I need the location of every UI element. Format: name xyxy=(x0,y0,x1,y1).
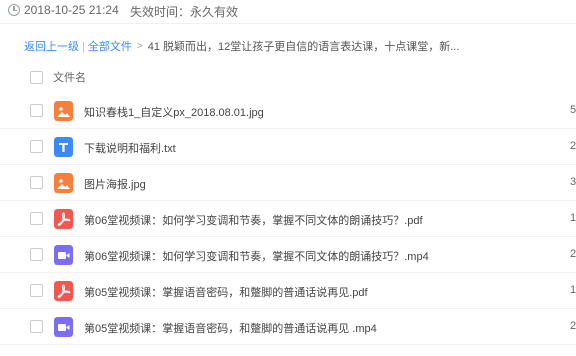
file-checkbox[interactable] xyxy=(30,284,43,297)
file-row[interactable]: 第05堂视频课：掌握语音密码，和蹩脚的普通话说再见.pdf 1 xyxy=(0,273,576,309)
file-name[interactable]: 知识春栈1_自定义px_2018.08.01.jpg xyxy=(84,104,264,120)
file-checkbox[interactable] xyxy=(30,104,43,117)
video-icon xyxy=(54,317,73,337)
file-row[interactable]: 下载说明和福利.txt 2 xyxy=(0,129,576,165)
video-icon xyxy=(54,245,73,265)
file-checkbox[interactable] xyxy=(30,248,43,261)
file-checkbox[interactable] xyxy=(30,320,43,333)
file-size: 2 xyxy=(570,248,576,260)
file-size: 3 xyxy=(570,176,576,188)
file-name[interactable]: 下载说明和福利.txt xyxy=(84,140,176,156)
pdf-icon xyxy=(54,281,73,301)
text-icon xyxy=(54,137,73,157)
file-size: 1 xyxy=(570,212,576,224)
file-size: 2 xyxy=(570,140,576,152)
file-size: 2 xyxy=(570,320,576,332)
file-checkbox[interactable] xyxy=(30,212,43,225)
file-size: 5 xyxy=(570,104,576,116)
share-info-bar: 2018-10-25 21:24 失效时间： 永久有效 xyxy=(0,0,576,24)
image-icon xyxy=(54,173,73,193)
expire-value: 永久有效 xyxy=(190,5,239,19)
file-list: 知识春栈1_自定义px_2018.08.01.jpg 5 下载说明和福利.txt 2 图… xyxy=(0,93,576,345)
back-link[interactable]: 返回上一级 xyxy=(24,40,79,54)
file-row[interactable]: 图片海报.jpg 3 xyxy=(0,165,576,201)
breadcrumb: 返回上一级 | 全部文件 >41 脱颖而出，12堂让孩子更自信的语言表达课，十点课堂，… xyxy=(24,40,459,54)
file-row[interactable]: 第06堂视频课：如何学习变调和节奏，掌握不同文体的朗诵技巧？.pdf 1 xyxy=(0,201,576,237)
file-list-header: 文件名 xyxy=(0,64,576,90)
pdf-icon xyxy=(54,209,73,229)
file-size: 1 xyxy=(570,284,576,296)
all-files-link[interactable]: 全部文件 xyxy=(88,40,132,54)
expire-label: 失效时间： xyxy=(130,5,191,19)
select-all-checkbox[interactable] xyxy=(30,71,43,84)
file-name[interactable]: 第05堂视频课：掌握语音密码，和蹩脚的普通话说再见.pdf xyxy=(84,284,368,300)
file-name[interactable]: 第06堂视频课：如何学习变调和节奏，掌握不同文体的朗诵技巧？.mp4 xyxy=(84,248,429,264)
clock-icon xyxy=(8,4,20,16)
file-name[interactable]: 第05堂视频课：掌握语音密码，和蹩脚的普通话说再见 .mp4 xyxy=(84,320,377,336)
file-row[interactable]: 知识春栈1_自定义px_2018.08.01.jpg 5 xyxy=(0,93,576,129)
breadcrumb-separator: | xyxy=(82,41,85,53)
file-checkbox[interactable] xyxy=(30,140,43,153)
image-icon xyxy=(54,101,73,121)
breadcrumb-arrow: > xyxy=(136,41,143,52)
column-filename[interactable]: 文件名 xyxy=(53,69,86,85)
file-name[interactable]: 第06堂视频课：如何学习变调和节奏，掌握不同文体的朗诵技巧？.pdf xyxy=(84,212,423,228)
file-row[interactable]: 第06堂视频课：如何学习变调和节奏，掌握不同文体的朗诵技巧？.mp4 2 xyxy=(0,237,576,273)
current-folder: 41 脱颖而出，12堂让孩子更自信的语言表达课，十点课堂，新... xyxy=(147,41,460,53)
file-checkbox[interactable] xyxy=(30,176,43,189)
file-name[interactable]: 图片海报.jpg xyxy=(84,176,146,192)
file-row[interactable]: 第05堂视频课：掌握语音密码，和蹩脚的普通话说再见 .mp4 2 xyxy=(0,309,576,345)
created-time: 2018-10-25 21:24 xyxy=(24,3,119,17)
